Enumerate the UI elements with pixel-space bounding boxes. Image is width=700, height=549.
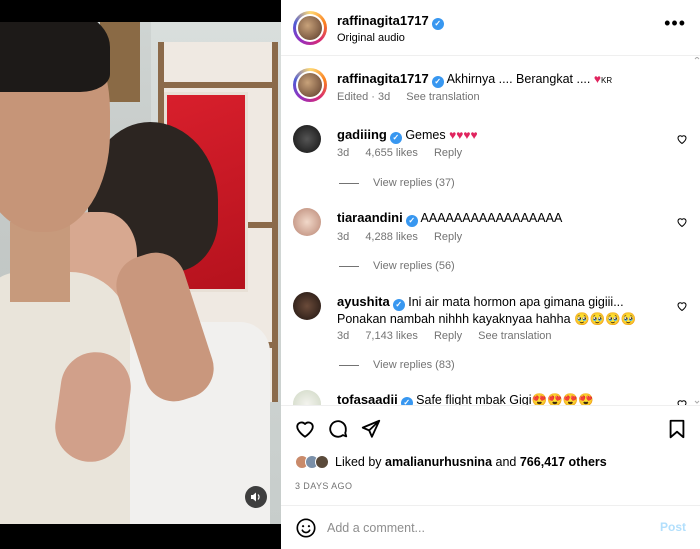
- post-button[interactable]: Post: [660, 520, 686, 534]
- post-panel: raffinagita1717 ✓ Original audio ••• raff…: [281, 0, 700, 549]
- comment-meta: 3d 4,288 likes Reply: [337, 231, 475, 243]
- comment-text: tiaraandini ✓ AAAAAAAAAAAAAAAAA: [337, 210, 667, 227]
- comment-composer: Post: [281, 505, 700, 549]
- comment-row: tiaraandini ✓ AAAAAAAAAAAAAAAAA 3d 4,288 …: [281, 208, 700, 278]
- caption-meta: Edited · 3d See translation: [337, 91, 493, 103]
- post-timestamp: 3 DAYS AGO: [295, 481, 353, 491]
- view-replies-link[interactable]: View replies (37): [339, 177, 455, 189]
- emoji-icon[interactable]: [295, 517, 317, 539]
- commenter-username[interactable]: tiaraandini: [337, 210, 403, 225]
- verified-icon: ✓: [392, 299, 405, 311]
- reply-link[interactable]: Reply: [434, 231, 462, 243]
- caption-username[interactable]: raffinagita1717: [337, 71, 429, 86]
- reply-link[interactable]: Reply: [434, 147, 462, 159]
- heart-emojis: ♥♥♥♥: [449, 128, 478, 142]
- commenter-username[interactable]: gadiiing: [337, 127, 387, 142]
- comment-row: tofasaadii ✓ Safe flight mbak Gigi😍😍😍😍: [281, 390, 700, 405]
- liker-username[interactable]: amalianurhusnina: [385, 455, 492, 469]
- heart-icon[interactable]: [676, 133, 688, 145]
- caption-body: Akhirnya .... Berangkat ....: [446, 72, 591, 86]
- author-username[interactable]: raffinagita1717: [337, 13, 429, 28]
- comment-input[interactable]: [327, 518, 647, 538]
- action-bar: Liked by amalianurhusnina and 766,417 ot…: [281, 405, 700, 505]
- view-replies-link[interactable]: View replies (56): [339, 260, 455, 272]
- commenter-avatar[interactable]: [293, 208, 321, 236]
- verified-icon: ✓: [431, 76, 444, 88]
- author-block: raffinagita1717 ✓ Original audio: [337, 12, 444, 44]
- commenter-avatar[interactable]: [293, 390, 321, 405]
- post-header: raffinagita1717 ✓ Original audio •••: [281, 0, 700, 56]
- bookmark-icon[interactable]: [666, 418, 688, 440]
- caption-age: Edited · 3d: [337, 91, 391, 103]
- heart-icon[interactable]: [676, 216, 688, 228]
- comment-age: 3d: [337, 330, 350, 342]
- commenter-avatar[interactable]: [293, 292, 321, 320]
- comment-age: 3d: [337, 231, 350, 243]
- likes-count[interactable]: 766,417 others: [520, 455, 607, 469]
- comment-meta: 3d 7,143 likes Reply See translation: [337, 330, 565, 342]
- comment-text: ayushita ✓ Ini air mata hormon apa gimana…: [337, 294, 667, 327]
- comment-likes[interactable]: 7,143 likes: [365, 330, 418, 342]
- speaker-icon[interactable]: [245, 486, 267, 508]
- heart-icon[interactable]: [676, 398, 688, 405]
- comment-body: AAAAAAAAAAAAAAAAA: [420, 211, 563, 225]
- verified-icon: ✓: [405, 215, 418, 227]
- comment-text: gadiiing ✓ Gemes ♥♥♥♥: [337, 127, 667, 144]
- commenter-username[interactable]: ayushita: [337, 294, 390, 309]
- caption-suffix: KR: [601, 76, 613, 85]
- see-translation-link[interactable]: See translation: [478, 330, 551, 342]
- post-media[interactable]: [0, 0, 281, 549]
- person-hair: [0, 22, 110, 92]
- comment-meta: 3d 4,655 likes Reply: [337, 147, 475, 159]
- comment-text: tofasaadii ✓ Safe flight mbak Gigi😍😍😍😍: [337, 392, 667, 405]
- see-translation-link[interactable]: See translation: [406, 91, 479, 103]
- comment-row: gadiiing ✓ Gemes ♥♥♥♥ 3d 4,655 likes Repl…: [281, 125, 700, 195]
- video-frame[interactable]: [0, 22, 281, 524]
- likes-prefix: Liked by: [335, 455, 382, 469]
- more-options-icon[interactable]: •••: [664, 14, 686, 32]
- caption-row: raffinagita1717 ✓ Akhirnya .... Berangkat…: [281, 68, 700, 128]
- reply-link[interactable]: Reply: [434, 330, 462, 342]
- commenter-avatar[interactable]: [293, 125, 321, 153]
- comment-icon[interactable]: [327, 418, 349, 440]
- share-icon[interactable]: [360, 418, 382, 440]
- audio-label[interactable]: Original audio: [337, 32, 444, 44]
- view-replies-link[interactable]: View replies (83): [339, 359, 455, 371]
- heart-icon[interactable]: [676, 300, 688, 312]
- comment-age: 3d: [337, 147, 350, 159]
- verified-icon: ✓: [431, 18, 444, 30]
- likes-and: and: [495, 455, 517, 469]
- verified-icon: ✓: [400, 397, 413, 405]
- caption-text: raffinagita1717 ✓ Akhirnya .... Berangkat…: [337, 71, 667, 89]
- author-avatar[interactable]: [293, 68, 327, 102]
- comments-scrollbar[interactable]: [694, 57, 700, 405]
- heart-emoji: ♥: [593, 72, 601, 86]
- author-avatar[interactable]: [293, 11, 327, 45]
- verified-icon: ✓: [389, 132, 402, 144]
- likes-summary[interactable]: Liked by amalianurhusnina and 766,417 ot…: [295, 455, 607, 469]
- commenter-username[interactable]: tofasaadii: [337, 392, 398, 405]
- liker-avatar: [315, 455, 329, 469]
- comment-likes[interactable]: 4,288 likes: [365, 231, 418, 243]
- comment-row: ayushita ✓ Ini air mata hormon apa gimana…: [281, 292, 700, 378]
- comments-list[interactable]: raffinagita1717 ✓ Akhirnya .... Berangkat…: [281, 57, 700, 405]
- comment-body: Safe flight mbak Gigi😍😍😍😍: [416, 393, 594, 405]
- person-neck: [10, 222, 70, 302]
- heart-icon[interactable]: [294, 418, 316, 440]
- comment-body: Gemes: [405, 128, 446, 142]
- comment-likes[interactable]: 4,655 likes: [365, 147, 418, 159]
